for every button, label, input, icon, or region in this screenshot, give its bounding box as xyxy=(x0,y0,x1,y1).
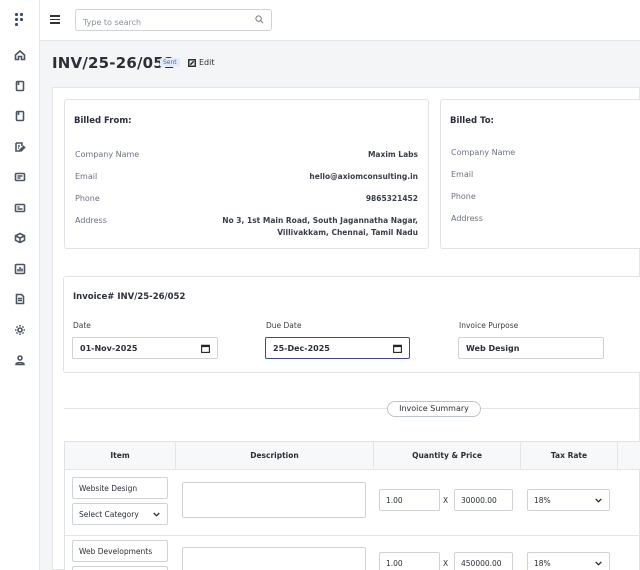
due-date-input[interactable]: 25-Dec-2025 xyxy=(265,337,410,359)
tax-rate-value: 18% xyxy=(534,496,551,505)
card-icon[interactable] xyxy=(12,200,28,216)
top-bar xyxy=(40,0,640,41)
price-input[interactable]: 30000.00 xyxy=(454,489,513,511)
invoice-summary-label: Invoice Summary xyxy=(387,401,481,417)
purpose-input[interactable]: Web Design xyxy=(458,337,604,359)
invoice-heading: Invoice# INV/25-26/052 xyxy=(73,292,186,302)
purpose-value: Web Design xyxy=(466,344,520,353)
email-label: Email xyxy=(75,172,98,181)
quantity-input[interactable]: 1.00 xyxy=(379,552,440,570)
home-icon[interactable] xyxy=(12,47,28,63)
chart-icon[interactable] xyxy=(12,261,28,277)
status-badge: Sent xyxy=(160,58,180,67)
user-icon[interactable] xyxy=(12,352,28,368)
to-address-label: Address xyxy=(451,214,483,223)
calendar-icon[interactable] xyxy=(201,344,210,353)
multiply-sign: X xyxy=(443,496,449,505)
phone-value: 9865321452 xyxy=(365,194,418,203)
tax-rate-select[interactable]: 18% xyxy=(527,489,610,511)
edit-label: Edit xyxy=(199,58,215,67)
email-value: hello@axiomconsulting.in xyxy=(309,172,418,181)
billed-to-box: Billed To: Company Name Email Phone Addr… xyxy=(440,99,640,249)
due-date-value: 25-Dec-2025 xyxy=(273,344,330,353)
item-name-input[interactable]: Web Developments xyxy=(72,540,168,562)
book-icon[interactable] xyxy=(12,78,28,94)
header-tax-rate: Tax Rate xyxy=(521,442,618,470)
address-line-2: Villivakkam, Chennai, Tamil Nadu xyxy=(277,228,418,237)
hamburger-menu-icon[interactable] xyxy=(50,14,60,24)
header-quantity-price: Quantity & Price xyxy=(374,442,521,470)
settings-icon[interactable] xyxy=(12,322,28,338)
billed-from-box: Billed From: Company Name Maxim Labs Ema… xyxy=(64,99,429,249)
edit-document-icon[interactable] xyxy=(12,139,28,155)
description-textarea[interactable] xyxy=(182,547,366,570)
multiply-sign: X xyxy=(443,559,449,568)
category-select[interactable] xyxy=(72,566,168,570)
purpose-label: Invoice Purpose xyxy=(459,321,519,330)
address-label: Address xyxy=(75,216,107,225)
category-select[interactable]: Select Category xyxy=(72,503,168,525)
logo-icon[interactable] xyxy=(15,13,25,27)
summary-divider xyxy=(64,408,640,409)
header-item: Item xyxy=(65,442,176,470)
phone-label: Phone xyxy=(75,194,100,203)
company-value: Maxim Labs xyxy=(367,150,418,159)
bookmark-icon[interactable] xyxy=(12,108,28,124)
price-input[interactable]: 450000.00 xyxy=(454,552,513,570)
description-textarea[interactable] xyxy=(182,482,366,518)
tax-rate-select[interactable]: 18% xyxy=(527,552,610,570)
address-line-1: No 3, 1st Main Road, South Jagannatha Na… xyxy=(222,216,418,225)
calendar-icon[interactable] xyxy=(393,344,402,353)
edit-icon xyxy=(188,58,196,67)
chevron-down-icon xyxy=(595,498,602,503)
search-input[interactable] xyxy=(76,12,246,33)
receipt-icon[interactable] xyxy=(12,169,28,185)
document-icon[interactable] xyxy=(12,291,28,307)
row-separator xyxy=(65,535,640,536)
company-label: Company Name xyxy=(75,150,140,159)
tax-rate-value: 18% xyxy=(534,559,551,568)
date-label: Date xyxy=(73,321,91,330)
billed-to-title: Billed To: xyxy=(450,116,494,126)
quantity-input[interactable]: 1.00 xyxy=(379,489,440,511)
header-description: Description xyxy=(176,442,374,470)
chevron-down-icon xyxy=(153,512,160,517)
box-icon[interactable] xyxy=(12,230,28,246)
billed-from-title: Billed From: xyxy=(74,116,132,126)
due-date-label: Due Date xyxy=(266,321,302,330)
to-company-label: Company Name xyxy=(451,148,516,157)
sidebar xyxy=(0,0,40,570)
search-box xyxy=(75,9,272,33)
chevron-down-icon xyxy=(595,561,602,566)
search-icon[interactable] xyxy=(255,15,264,24)
page-title: INV/25-26/052 xyxy=(52,54,175,72)
edit-button[interactable]: Edit xyxy=(188,58,215,67)
category-value: Select Category xyxy=(79,510,139,519)
date-input[interactable]: 01-Nov-2025 xyxy=(72,337,218,359)
to-phone-label: Phone xyxy=(451,192,476,201)
to-email-label: Email xyxy=(451,170,474,179)
header-extra xyxy=(618,442,640,470)
date-value: 01-Nov-2025 xyxy=(80,344,138,353)
item-name-input[interactable]: Website Design xyxy=(72,477,168,499)
